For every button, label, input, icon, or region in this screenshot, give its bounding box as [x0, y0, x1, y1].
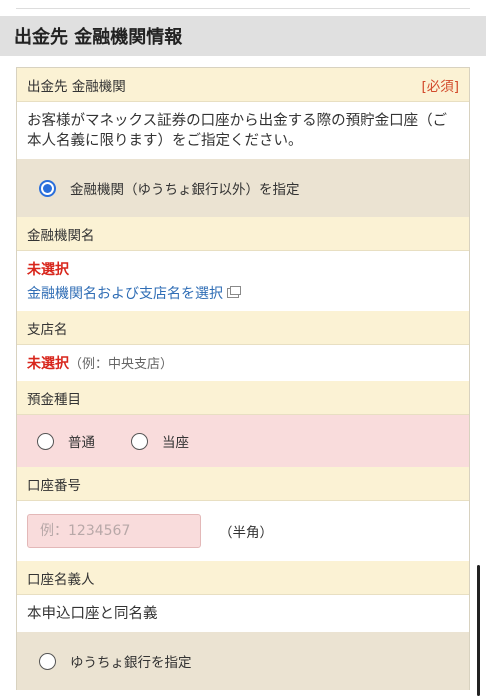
- bank-name-value-row: 未選択 金融機関名および支店名を選択: [17, 251, 469, 311]
- option-yucho-label: ゆうちょ銀行を指定: [70, 655, 192, 671]
- half-width-note: （半角）: [219, 525, 273, 541]
- branch-name-label: 支店名: [27, 321, 68, 338]
- option-other-bank[interactable]: 金融機関（ゆうちょ銀行以外）を指定: [17, 159, 469, 217]
- account-holder-label-row: 口座名義人: [17, 561, 469, 595]
- radio-checked-icon[interactable]: [39, 179, 56, 197]
- section-title: 出金先 金融機関情報: [0, 16, 486, 56]
- bank-name-label: 金融機関名: [27, 227, 95, 244]
- deposit-type-options: 普通 当座: [17, 415, 469, 467]
- account-holder-value: 本申込口座と同名義: [17, 595, 469, 632]
- bank-info-form: 出金先 金融機関 [必須] お客様がマネックス証券の口座から出金する際の預貯金口…: [16, 67, 470, 690]
- deposit-type-option-label: 普通: [68, 435, 95, 451]
- required-badge: [必須]: [421, 78, 459, 95]
- deposit-type-option-futsu[interactable]: 普通: [37, 431, 95, 451]
- deposit-type-label-row: 預金種目: [17, 381, 469, 415]
- select-bank-link[interactable]: 金融機関名および支店名を選択: [27, 283, 241, 303]
- account-number-label-row: 口座番号: [17, 467, 469, 501]
- branch-name-status: 未選択: [27, 356, 69, 372]
- branch-name-value-row: 未選択（例：中央支店）: [17, 345, 469, 381]
- deposit-type-label: 預金種目: [27, 391, 81, 408]
- withdrawal-bank-label-row: 出金先 金融機関 [必須]: [17, 68, 469, 102]
- account-number-input[interactable]: [27, 514, 201, 548]
- external-window-icon: [227, 286, 241, 298]
- option-yucho-bank[interactable]: ゆうちょ銀行を指定: [17, 632, 469, 690]
- withdrawal-description: お客様がマネックス証券の口座から出金する際の預貯金口座（ご本人名義に限ります）を…: [17, 102, 469, 159]
- bank-name-label-row: 金融機関名: [17, 217, 469, 251]
- account-number-label: 口座番号: [27, 477, 81, 494]
- radio-unchecked-icon[interactable]: [37, 432, 54, 450]
- bank-name-status: 未選択: [27, 262, 69, 278]
- deposit-type-option-toza[interactable]: 当座: [131, 431, 189, 451]
- branch-name-example: （例：中央支店）: [69, 357, 174, 372]
- radio-unchecked-icon[interactable]: [131, 432, 148, 450]
- radio-unchecked-icon[interactable]: [39, 652, 56, 670]
- account-holder-label: 口座名義人: [27, 571, 95, 588]
- select-bank-link-text[interactable]: 金融機関名および支店名を選択: [27, 283, 223, 303]
- option-other-bank-label: 金融機関（ゆうちょ銀行以外）を指定: [70, 182, 300, 198]
- top-divider: [16, 8, 470, 9]
- branch-name-label-row: 支店名: [17, 311, 469, 345]
- withdrawal-bank-label: 出金先 金融機関: [27, 78, 126, 95]
- deposit-type-option-label: 当座: [162, 435, 189, 451]
- account-number-input-row: （半角）: [17, 501, 469, 561]
- scrollbar[interactable]: [477, 565, 480, 696]
